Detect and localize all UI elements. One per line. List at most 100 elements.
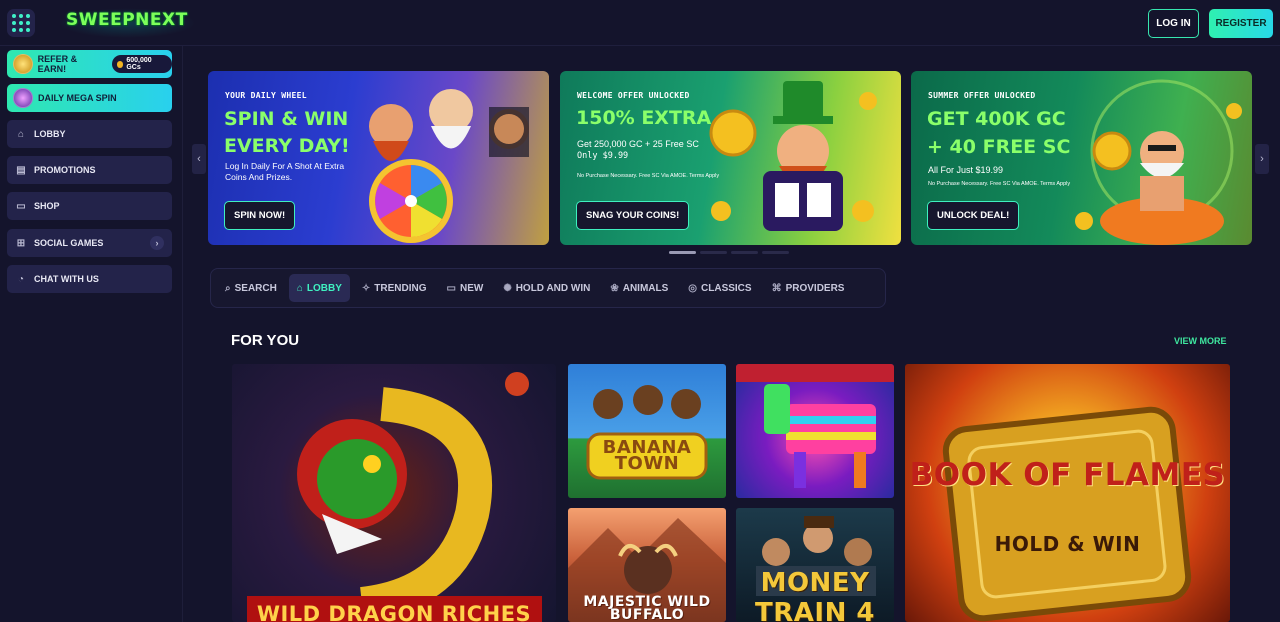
game-title: MONEY TRAIN 4 [755,568,875,622]
sidebar-item-social-games[interactable]: ⊞ SOCIAL GAMES › [7,229,172,257]
sidebar-item-label: SOCIAL GAMES [34,238,104,248]
filter-label: HOLD AND WIN [515,282,591,294]
sidebar: REFER & EARN! 600,000 GCs DAILY MEGA SPI… [0,46,183,622]
sidebar-item-label: CHAT WITH US [34,274,99,284]
wheel-icon [13,88,33,108]
spin-now-button[interactable]: SPIN NOW! [224,201,296,230]
daily-mega-spin-button[interactable]: DAILY MEGA SPIN [7,84,172,112]
home-icon: ⌂ [17,128,25,140]
banner-welcome-offer[interactable]: WELCOME OFFER UNLOCKED 150% EXTRA Get 25… [560,71,901,245]
carousel-dot[interactable] [762,251,789,254]
top-bar: SWEEPNEXT LOG IN REGISTER [0,0,1280,46]
banner-fine-print: No Purchase Necessary. Free SC Via AMOE.… [577,173,720,179]
daily-mega-spin-label: DAILY MEGA SPIN [38,93,117,103]
game-title: WILD DRAGON RICHES [256,602,532,622]
banner-daily-wheel[interactable]: YOUR DAILY WHEEL SPIN & WIN EVERY DAY! L… [208,71,549,245]
providers-icon: ⌘ [771,282,782,294]
carousel-prev-button[interactable]: ‹ [192,144,206,174]
chevron-right-icon[interactable]: › [150,236,164,250]
shop-icon: ▭ [16,200,26,212]
game-tile-book-of-flames[interactable]: BOOK OF FLAMES HOLD & WIN [905,364,1230,622]
daily-wheel-art [351,71,549,245]
carousel-dot[interactable] [731,251,758,254]
pinata-art [736,364,894,488]
banner-kicker: SUMMER OFFER UNLOCKED [928,91,1036,100]
filter-label: NEW [459,282,484,294]
filter-label: ANIMALS [622,282,669,294]
banner-kicker: WELCOME OFFER UNLOCKED [577,91,690,100]
filter-search[interactable]: ⌕ SEARCH [217,274,285,302]
filter-lobby[interactable]: ⌂ LOBBY [288,274,350,302]
book-of-flames-art [942,406,1192,622]
home-icon: ⌂ [296,282,303,294]
section-title: FOR YOU [231,332,300,349]
banner-offer-line: All For Just $19.99 [928,165,1004,175]
game-tile-money-train-4[interactable]: MONEY TRAIN 4 [736,508,894,622]
game-title: MAJESTIC WILD BUFFALO [583,594,711,622]
chevron-left-icon: ‹ [197,153,201,165]
unlock-deal-button[interactable]: UNLOCK DEAL! [927,201,1020,230]
banner-offer-line: Get 250,000 GC + 25 Free SC [577,139,699,149]
game-tile-majestic-wild-buffalo[interactable]: MAJESTIC WILD BUFFALO [568,508,726,622]
sidebar-item-label: LOBBY [34,129,66,139]
game-title: BANANA TOWN [602,437,692,474]
classic-icon: ◎ [688,282,698,294]
filter-trending[interactable]: ✧ TRENDING [354,274,435,302]
refer-earn-button[interactable]: REFER & EARN! 600,000 GCs [7,50,172,78]
filter-classics[interactable]: ◎ CLASSICS [680,274,759,302]
gift-icon: ▤ [16,164,26,176]
banana-town-art [586,385,708,480]
game-tile-banana-town[interactable]: BANANA TOWN [568,364,726,498]
view-more-link[interactable]: VIEW MORE [1174,336,1227,346]
register-button[interactable]: REGISTER [1209,9,1273,38]
game-title: BOOK OF FLAMES [909,457,1226,493]
banner-title: GET 400K GC + 40 FREE SC [927,108,1071,158]
sidebar-item-promotions[interactable]: ▤ PROMOTIONS [7,156,172,184]
carousel-dot[interactable] [669,251,696,254]
banner-title: SPIN & WIN EVERY DAY! [224,108,350,157]
games-icon: ⊞ [16,237,26,249]
hold-icon: ✺ [503,282,512,294]
sidebar-item-chat[interactable]: ◔ CHAT WITH US [7,265,172,293]
dragon-art [247,372,542,622]
gc-badge-label: 600,000 GCs [126,57,152,71]
filter-label: TRENDING [374,282,427,294]
carousel-dot[interactable] [700,251,727,254]
filter-label: CLASSICS [701,282,752,294]
sidebar-item-lobby[interactable]: ⌂ LOBBY [7,120,172,148]
game-subtitle: HOLD & WIN [994,532,1141,556]
menu-grid-icon[interactable] [7,9,35,37]
banner-description: Log In Daily For A Shot At Extra Coins A… [225,161,345,182]
snag-coins-button[interactable]: SNAG YOUR COINS! [576,201,690,230]
filter-animals[interactable]: ❀ ANIMALS [602,274,676,302]
sidebar-item-label: PROMOTIONS [34,165,96,175]
category-filter-bar: ⌕ SEARCH ⌂ LOBBY ✧ TRENDING ▭ NEW ✺ HOLD AND … [210,268,886,308]
banner-fine-print: No Purchase Necessary. Free SC Via AMOE.… [928,181,1071,187]
banner-summer-offer[interactable]: SUMMER OFFER UNLOCKED GET 400K GC + 40 F… [911,71,1252,245]
sidebar-item-shop[interactable]: ▭ SHOP [7,192,172,220]
game-tile-wild-dragon-riches[interactable]: WILD DRAGON RICHES [232,364,556,622]
banner-title: 150% EXTRA [576,107,712,129]
gc-badge: 600,000 GCs [111,55,172,73]
filter-providers[interactable]: ⌘ PROVIDERS [764,274,853,302]
filter-new[interactable]: ▭ NEW [439,274,492,302]
trending-icon: ✧ [361,282,371,294]
carousel-pagination [669,251,789,254]
banner-price-line: Only $9.99 [577,151,629,161]
filter-label: SEARCH [234,282,277,294]
carousel-next-button[interactable]: › [1255,144,1269,174]
chevron-right-icon: › [1260,153,1264,165]
filter-label: PROVIDERS [785,282,845,294]
coin-icon [116,60,124,68]
main-content: ‹ › YOUR DAILY WHEEL SPIN & WIN EVERY DA… [184,46,1280,622]
filter-hold-and-win[interactable]: ✺ HOLD AND WIN [495,274,598,302]
paw-icon: ❀ [610,282,619,294]
new-icon: ▭ [446,282,456,294]
banner-kicker: YOUR DAILY WHEEL [225,91,307,100]
login-button[interactable]: LOG IN [1148,9,1199,38]
chat-icon: ◔ [17,273,25,285]
search-icon: ⌕ [225,282,231,294]
logo[interactable]: SWEEPNEXT [58,8,196,38]
refer-earn-label: REFER & EARN! [37,54,78,74]
game-tile-pinata[interactable] [736,364,894,498]
